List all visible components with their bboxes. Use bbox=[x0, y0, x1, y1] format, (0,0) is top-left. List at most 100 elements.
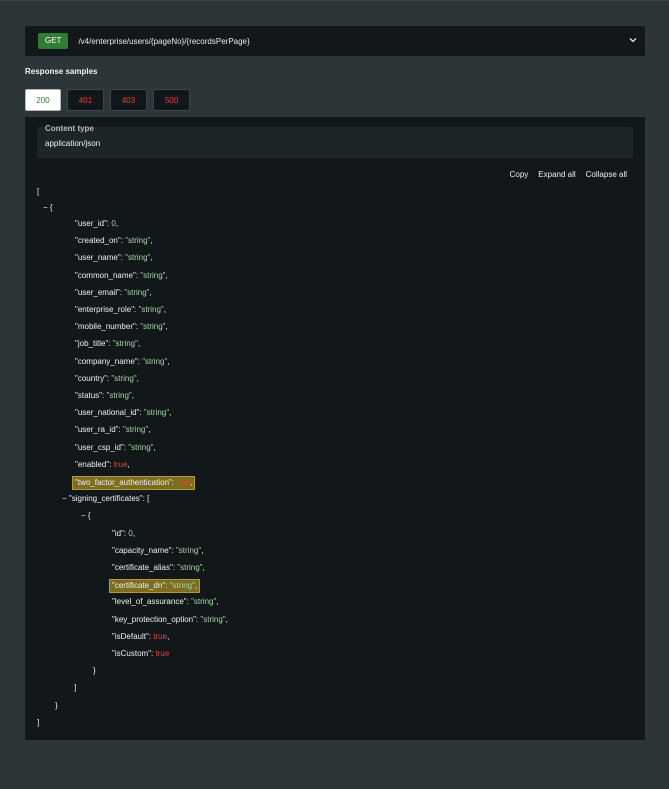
json-value: "string" bbox=[112, 339, 138, 349]
copy-button[interactable]: Copy bbox=[510, 170, 529, 179]
content-type-label: Content type bbox=[45, 124, 94, 133]
json-token: } bbox=[55, 700, 58, 710]
json-array-close: ] bbox=[37, 718, 39, 728]
json-field: "isCustom": true bbox=[112, 649, 169, 659]
json-token: , bbox=[167, 631, 170, 641]
json-key: "user_email" bbox=[75, 287, 120, 297]
content-type-select[interactable]: Content type application/json bbox=[37, 124, 633, 158]
tab-401[interactable]: 401 bbox=[67, 89, 104, 111]
json-field: "user_csp_id": "string", bbox=[75, 443, 156, 453]
json-key: "enterprise_role" bbox=[75, 305, 135, 314]
json-value: "string" bbox=[169, 581, 195, 591]
collapse-toggle-icon[interactable]: − bbox=[62, 494, 69, 503]
json-value: "string" bbox=[175, 545, 202, 555]
json-token: ] bbox=[74, 683, 77, 693]
json-key: "user_national_id" bbox=[75, 408, 140, 418]
tab-403[interactable]: 403 bbox=[110, 89, 147, 111]
json-token: , bbox=[202, 563, 205, 572]
json-key: "enabled" bbox=[75, 459, 110, 469]
json-field: "country": "string", bbox=[75, 374, 139, 384]
json-array-open: [ bbox=[37, 187, 39, 197]
json-token: { bbox=[49, 203, 53, 212]
endpoint-path: /v4/enterprise/users/{pageNo}/{recordsPe… bbox=[78, 36, 250, 46]
json-key: "common_name" bbox=[75, 270, 136, 280]
json-key: "key_protection_option" bbox=[112, 614, 196, 624]
json-key: "company_name" bbox=[75, 356, 138, 366]
json-key: "id" bbox=[112, 528, 124, 538]
json-key: "capacity_name" bbox=[112, 545, 172, 555]
json-field: "certificate_dn": "string", bbox=[108, 579, 201, 594]
json-field: "user_id": 0, bbox=[75, 219, 118, 229]
json-field: "id": 0, bbox=[112, 529, 135, 539]
json-token: , bbox=[137, 339, 141, 349]
json-value: "string" bbox=[122, 425, 149, 435]
json-value: "string" bbox=[138, 305, 164, 314]
json-key: "status" bbox=[75, 391, 103, 400]
json-token: , bbox=[149, 287, 152, 297]
json-token: , bbox=[127, 459, 130, 469]
json-value: "string" bbox=[125, 253, 151, 263]
collapse-all-button[interactable]: Collapse all bbox=[586, 170, 627, 179]
json-key: "country" bbox=[75, 373, 107, 383]
json-key: "created_on" bbox=[75, 236, 121, 246]
json-value: true bbox=[153, 631, 168, 641]
collapse-toggle-icon[interactable]: − bbox=[81, 511, 88, 520]
json-token: , bbox=[190, 478, 193, 487]
json-key: "signing_certificates" bbox=[68, 494, 143, 504]
collapse-toggle-icon[interactable]: − bbox=[43, 203, 50, 212]
chevron-down-icon[interactable] bbox=[628, 35, 638, 45]
json-field: "user_email": "string", bbox=[75, 288, 152, 298]
json-value: "string" bbox=[124, 287, 150, 297]
json-field: "enterprise_role": "string", bbox=[75, 305, 166, 315]
json-value: "string" bbox=[142, 356, 168, 366]
http-method-badge: GET bbox=[38, 33, 69, 49]
json-key: "certificate_alias" bbox=[112, 563, 173, 572]
json-key: "isDefault" bbox=[112, 631, 149, 641]
json-key: "two_factor_authentication" bbox=[75, 478, 172, 487]
tab-200[interactable]: 200 bbox=[25, 89, 61, 111]
json-token: , bbox=[150, 253, 153, 263]
json-token: , bbox=[165, 270, 168, 280]
json-field: "job_title": "string", bbox=[75, 339, 140, 349]
json-key: "level_of_assurance" bbox=[112, 597, 187, 607]
json-token: , bbox=[163, 305, 166, 314]
json-token: , bbox=[136, 373, 139, 383]
json-value: "string" bbox=[106, 391, 132, 400]
json-token: , bbox=[216, 597, 219, 607]
expand-all-button[interactable]: Expand all bbox=[538, 170, 575, 179]
json-token: , bbox=[153, 442, 156, 452]
json-object-close: } bbox=[93, 666, 96, 676]
json-field: "common_name": "string", bbox=[75, 271, 168, 281]
json-value: "string" bbox=[125, 236, 151, 246]
json-key: "user_csp_id" bbox=[75, 442, 124, 452]
json-value: "string" bbox=[128, 442, 154, 452]
json-token: , bbox=[169, 408, 172, 418]
json-token: , bbox=[131, 391, 134, 400]
json-key: "user_id" bbox=[75, 219, 107, 228]
json-value: "string" bbox=[140, 270, 166, 280]
status-tabs: 200 401 403 500 bbox=[25, 89, 190, 111]
json-key: "mobile_number" bbox=[75, 322, 136, 332]
top-divider bbox=[0, 0, 669, 1]
json-array-field: − "signing_certificates": [ bbox=[62, 494, 149, 504]
json-token: , bbox=[167, 356, 170, 366]
json-key: "job_title" bbox=[75, 339, 109, 349]
json-field: "enabled": true, bbox=[75, 460, 130, 470]
json-object-open: − { bbox=[43, 203, 53, 213]
json-field: "key_protection_option": "string", bbox=[112, 615, 228, 625]
json-field: "certificate_alias": "string", bbox=[112, 563, 205, 573]
json-field: "user_national_id": "string", bbox=[75, 408, 171, 418]
json-value: "string" bbox=[111, 373, 137, 383]
response-panel: Content type application/json Copy Expan… bbox=[25, 117, 645, 740]
endpoint-bar[interactable]: GET /v4/enterprise/users/{pageNo}/{recor… bbox=[25, 26, 645, 56]
json-token: , bbox=[148, 425, 151, 435]
json-key: "user_ra_id" bbox=[75, 425, 119, 435]
json-token: , bbox=[115, 219, 119, 228]
content-type-value: application/json bbox=[45, 139, 101, 148]
code-actions: Copy Expand all Collapse all bbox=[510, 170, 627, 179]
json-value: "string" bbox=[191, 597, 217, 607]
tab-500[interactable]: 500 bbox=[153, 89, 190, 111]
json-token: ] bbox=[37, 717, 40, 727]
json-value: "string" bbox=[177, 563, 203, 572]
json-field: "created_on": "string", bbox=[75, 236, 153, 246]
